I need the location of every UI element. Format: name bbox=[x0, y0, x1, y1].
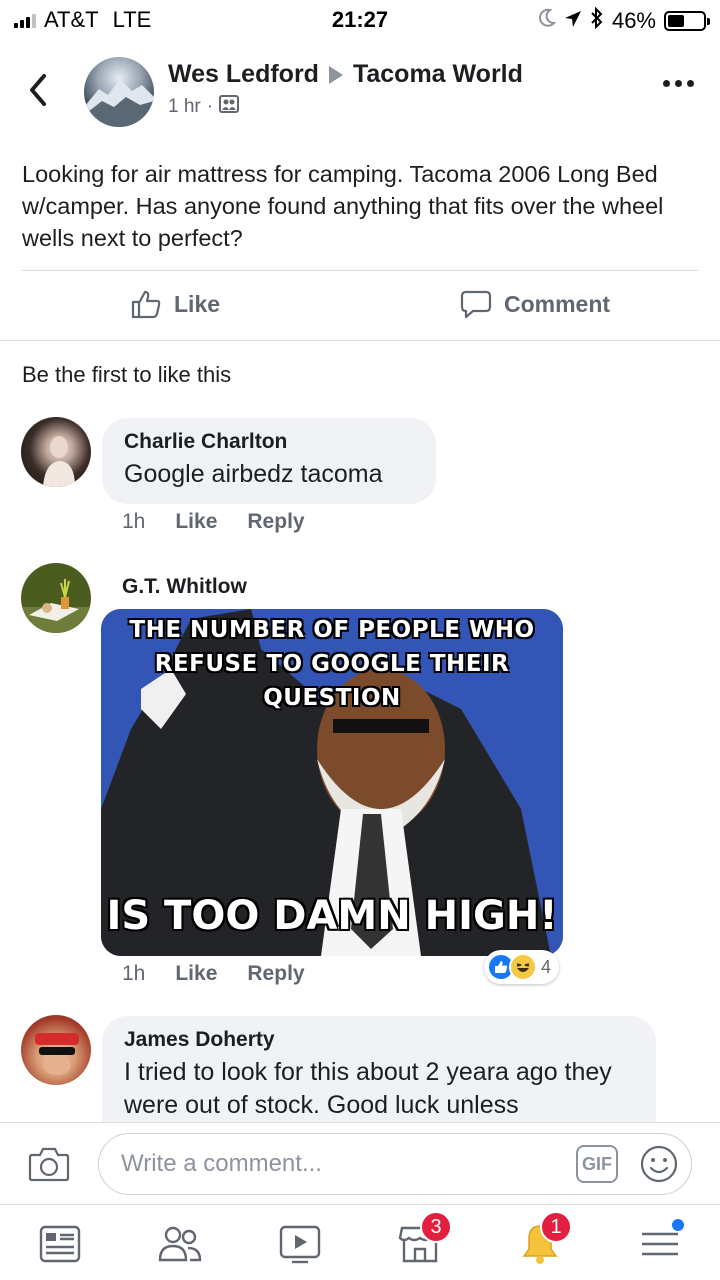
comment-reply-button[interactable]: Reply bbox=[247, 962, 304, 986]
more-options-button[interactable] bbox=[663, 80, 694, 87]
comment-reply-button[interactable]: Reply bbox=[247, 510, 304, 534]
thumbs-up-icon bbox=[131, 290, 161, 319]
reaction-summary[interactable]: 4 bbox=[484, 950, 560, 984]
comment-time: 1h bbox=[122, 510, 146, 533]
group-privacy-icon bbox=[219, 95, 240, 119]
nav-notifications[interactable]: 1 bbox=[510, 1211, 572, 1269]
comment-meta: 1h Like Reply bbox=[122, 510, 305, 534]
battery-fill bbox=[668, 15, 684, 27]
menu-icon bbox=[642, 1232, 678, 1256]
post-meta: 1 hr · bbox=[168, 95, 240, 119]
post-actions: Like Comment bbox=[0, 280, 720, 335]
nav-watch[interactable] bbox=[270, 1219, 330, 1269]
divider bbox=[0, 340, 720, 341]
more-dot-icon bbox=[675, 80, 682, 87]
likes-summary: Be the first to like this bbox=[22, 362, 232, 387]
battery-icon bbox=[664, 11, 710, 31]
profile-photo bbox=[35, 1033, 79, 1075]
comment-button[interactable]: Comment bbox=[460, 288, 610, 320]
battery-percent: 46% bbox=[611, 8, 656, 33]
meme-bottom-caption: IS TOO DAMN HIGH! bbox=[106, 893, 558, 939]
mountain-photo bbox=[84, 79, 154, 127]
notifications-badge: 1 bbox=[540, 1211, 572, 1243]
like-label: Like bbox=[174, 290, 221, 317]
author-name[interactable]: Wes Ledford bbox=[168, 60, 319, 89]
nav-menu[interactable] bbox=[630, 1219, 690, 1269]
commenter-avatar[interactable] bbox=[21, 1015, 91, 1085]
nav-news-feed[interactable] bbox=[30, 1219, 90, 1269]
commenter-name[interactable]: Charlie Charlton bbox=[124, 430, 414, 454]
commenter-avatar[interactable] bbox=[21, 563, 91, 633]
like-button[interactable]: Like bbox=[130, 288, 220, 320]
nav-friends[interactable] bbox=[150, 1219, 210, 1269]
status-right: 46% bbox=[538, 6, 710, 35]
arrow-right-icon bbox=[328, 65, 343, 84]
reaction-count: 4 bbox=[541, 956, 552, 977]
camera-button[interactable] bbox=[28, 1145, 70, 1188]
comment-label: Comment bbox=[504, 290, 611, 317]
divider bbox=[22, 270, 698, 271]
location-icon bbox=[564, 8, 582, 34]
gif-button[interactable]: GIF bbox=[576, 1145, 618, 1183]
comment-bubble: Charlie Charlton Google airbedz tacoma bbox=[102, 418, 436, 504]
group-name[interactable]: Tacoma World bbox=[353, 60, 523, 89]
meme-top-caption: THE NUMBER OF PEOPLE WHO REFUSE TO GOOGL… bbox=[129, 617, 535, 711]
meme-image[interactable]: THE NUMBER OF PEOPLE WHO REFUSE TO GOOGL… bbox=[101, 609, 563, 956]
nav-marketplace[interactable]: 3 bbox=[390, 1211, 452, 1269]
post-text: Looking for air mattress for camping. Ta… bbox=[22, 161, 664, 251]
commenter-name[interactable]: James Doherty bbox=[124, 1028, 634, 1052]
friends-icon bbox=[158, 1226, 202, 1262]
post-author-line: Wes Ledford Tacoma World bbox=[168, 60, 523, 89]
bluetooth-icon bbox=[590, 6, 604, 35]
comment-text: I tried to look for this about 2 yeara a… bbox=[124, 1058, 612, 1119]
menu-dot-badge bbox=[672, 1219, 684, 1231]
smiley-icon bbox=[640, 1145, 678, 1183]
comment-bubble-icon bbox=[460, 290, 492, 319]
comment-text: Google airbedz tacoma bbox=[124, 460, 383, 488]
chevron-left-icon bbox=[30, 74, 46, 106]
moon-icon bbox=[538, 8, 557, 34]
comment-composer: GIF bbox=[0, 1122, 720, 1204]
emoji-button[interactable] bbox=[640, 1145, 678, 1188]
profile-photo bbox=[21, 579, 91, 633]
back-button[interactable] bbox=[24, 70, 54, 110]
more-dot-icon bbox=[663, 80, 670, 87]
comment-meta: 1h Like Reply bbox=[122, 962, 305, 986]
camera-icon bbox=[28, 1147, 70, 1182]
comment-time: 1h bbox=[122, 962, 146, 985]
comment-like-button[interactable]: Like bbox=[175, 962, 217, 986]
commenter-avatar[interactable] bbox=[21, 417, 91, 487]
commenter-name[interactable]: G.T. Whitlow bbox=[122, 575, 247, 599]
bottom-nav: 3 1 bbox=[0, 1204, 720, 1280]
news-feed-icon bbox=[39, 1225, 81, 1263]
comment-like-button[interactable]: Like bbox=[175, 510, 217, 534]
author-avatar[interactable] bbox=[84, 57, 154, 127]
marketplace-badge: 3 bbox=[420, 1211, 452, 1243]
haha-reaction-icon bbox=[509, 953, 537, 981]
watch-icon bbox=[279, 1225, 321, 1264]
post-time[interactable]: 1 hr bbox=[168, 96, 201, 118]
profile-photo bbox=[43, 436, 75, 487]
status-bar: AT&T LTE 21:27 46% bbox=[0, 0, 720, 40]
meta-separator: · bbox=[206, 96, 214, 117]
more-dot-icon bbox=[687, 80, 694, 87]
